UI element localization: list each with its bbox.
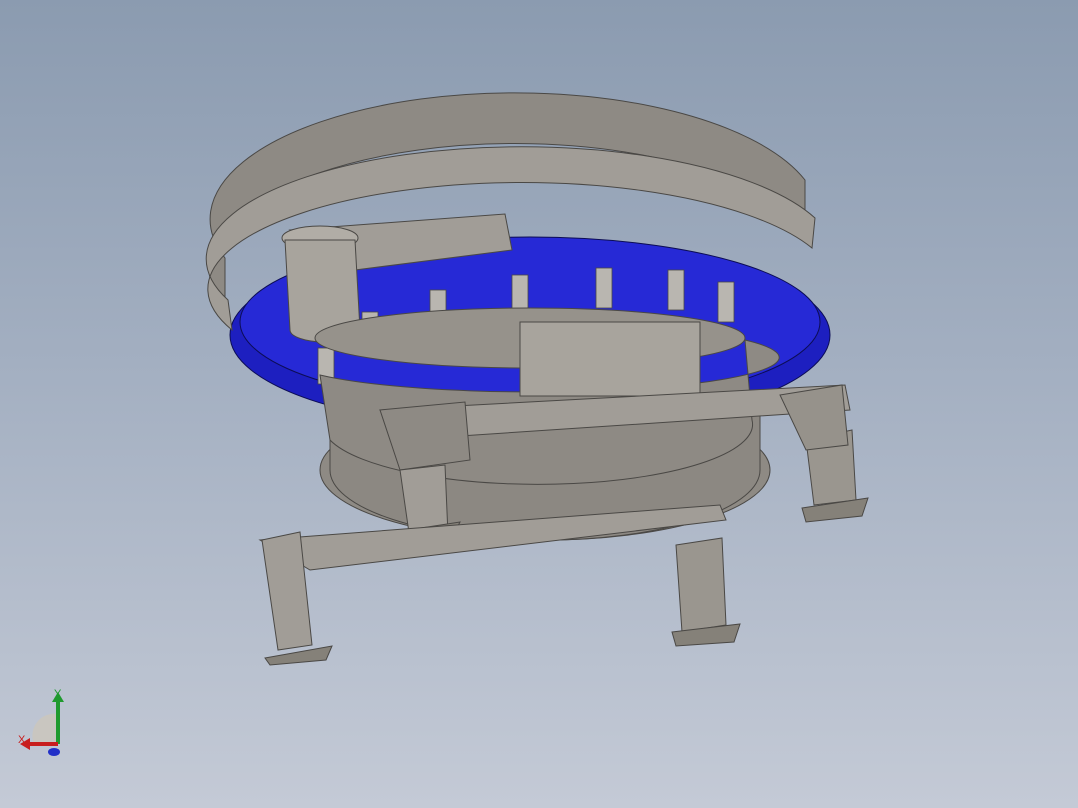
y-axis-label: Y — [54, 688, 62, 700]
z-axis-arrow-icon — [48, 748, 60, 756]
graphics-viewport[interactable]: X Y — [0, 0, 1078, 808]
orientation-triad[interactable] — [14, 686, 84, 766]
x-axis-label: X — [18, 734, 26, 746]
vibratory-feeder-model[interactable] — [0, 0, 1078, 808]
triad-plane-icon — [32, 713, 58, 744]
access-panel — [519, 321, 701, 397]
